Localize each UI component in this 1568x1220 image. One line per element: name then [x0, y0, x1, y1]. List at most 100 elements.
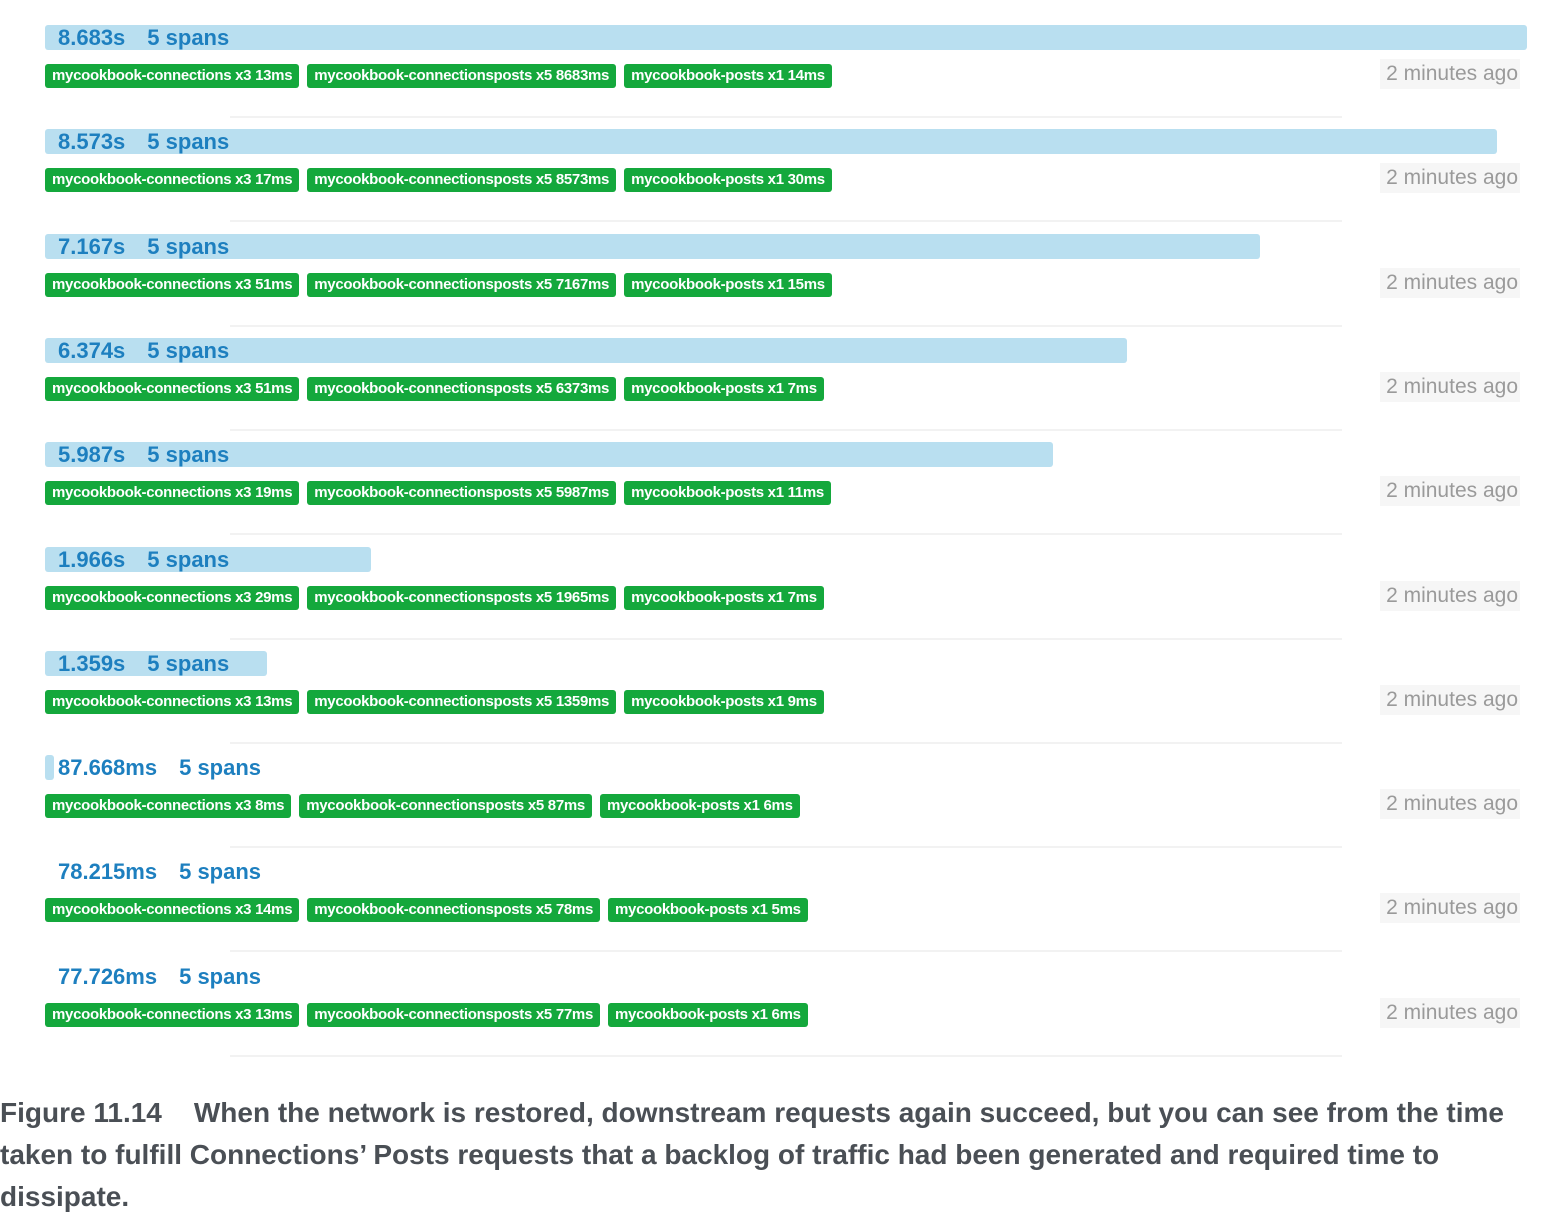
trace-row[interactable]: 6.374s 5 spans mycookbook-connections x3 5…	[0, 337, 1568, 442]
service-tag[interactable]: mycookbook-connections x3 14ms	[45, 898, 300, 923]
service-tag[interactable]: mycookbook-connections x3 13ms	[45, 689, 300, 714]
service-tag[interactable]: mycookbook-connectionsposts x5 87ms	[299, 794, 592, 819]
service-tag[interactable]: mycookbook-connections x3 13ms	[45, 1002, 300, 1027]
service-tag[interactable]: mycookbook-posts x1 15ms	[624, 272, 832, 297]
trace-timestamp: 2 minutes ago	[1380, 580, 1520, 611]
trace-duration: 77.726ms	[58, 963, 158, 989]
trace-summary[interactable]: 6.374s 5 spans	[58, 337, 229, 364]
trace-span-count: 5 spans	[179, 963, 262, 989]
service-tag[interactable]: mycookbook-connectionsposts x5 1965ms	[307, 585, 617, 610]
row-divider	[230, 428, 1342, 431]
service-tags: mycookbook-connections x3 13ms mycookbook…	[45, 689, 824, 714]
trace-duration: 8.573s	[58, 129, 126, 155]
trace-row[interactable]: 1.966s 5 spans mycookbook-connections x3 2…	[0, 546, 1568, 651]
service-tag[interactable]: mycookbook-posts x1 5ms	[608, 898, 808, 923]
figure-label: Figure 11.14	[0, 1097, 162, 1128]
trace-timestamp: 2 minutes ago	[1380, 476, 1520, 507]
trace-timestamp: 2 minutes ago	[1380, 684, 1520, 715]
trace-span-count: 5 spans	[147, 546, 230, 572]
trace-span-count: 5 spans	[179, 755, 262, 781]
service-tag[interactable]: mycookbook-posts x1 30ms	[624, 168, 832, 193]
row-divider	[230, 741, 1342, 744]
service-tag[interactable]: mycookbook-connections x3 17ms	[45, 168, 300, 193]
service-tags: mycookbook-connections x3 13ms mycookbook…	[45, 64, 832, 88]
service-tag[interactable]: mycookbook-connections x3 13ms	[45, 64, 300, 88]
row-divider	[230, 116, 1342, 118]
duration-bar[interactable]	[45, 755, 54, 781]
trace-timestamp: 2 minutes ago	[1380, 789, 1520, 820]
service-tags: mycookbook-connections x3 8ms mycookbook-…	[45, 794, 800, 819]
trace-summary[interactable]: 1.359s 5 spans	[58, 650, 229, 677]
service-tag[interactable]: mycookbook-posts x1 6ms	[599, 794, 800, 819]
service-tag[interactable]: mycookbook-connectionsposts x5 5987ms	[307, 481, 617, 506]
trace-summary[interactable]: 78.215ms 5 spans	[58, 858, 261, 885]
trace-row[interactable]: 7.167s 5 spans mycookbook-connections x3 5…	[0, 233, 1568, 338]
service-tag[interactable]: mycookbook-posts x1 9ms	[624, 689, 824, 714]
trace-span-count: 5 spans	[147, 25, 230, 50]
trace-span-count: 5 spans	[147, 233, 230, 259]
service-tags: mycookbook-connections x3 14ms mycookbook…	[45, 898, 808, 923]
trace-row[interactable]: 8.683s 5 spans mycookbook-connections x3 1…	[0, 25, 1568, 129]
row-divider	[230, 637, 1342, 640]
row-divider	[230, 846, 1342, 849]
trace-timestamp: 2 minutes ago	[1380, 997, 1520, 1028]
service-tags: mycookbook-connections x3 17ms mycookbook…	[45, 168, 832, 193]
service-tag[interactable]: mycookbook-connections x3 8ms	[45, 794, 292, 819]
trace-timestamp: 2 minutes ago	[1380, 163, 1520, 194]
trace-summary[interactable]: 77.726ms 5 spans	[58, 963, 261, 990]
service-tags: mycookbook-connections x3 19ms mycookbook…	[45, 481, 831, 506]
trace-row[interactable]: 1.359s 5 spans mycookbook-connections x3 1…	[0, 650, 1568, 755]
trace-summary[interactable]: 87.668ms 5 spans	[58, 754, 261, 781]
service-tag[interactable]: mycookbook-connectionsposts x5 78ms	[307, 898, 600, 923]
figure-caption: Figure 11.14 When the network is restored…	[0, 1092, 1568, 1218]
trace-duration: 5.987s	[58, 442, 126, 468]
trace-summary[interactable]: 8.573s 5 spans	[58, 128, 229, 155]
trace-span-count: 5 spans	[147, 650, 230, 676]
trace-summary[interactable]: 1.966s 5 spans	[58, 546, 229, 573]
service-tag[interactable]: mycookbook-connectionsposts x5 8683ms	[307, 64, 617, 88]
trace-timestamp: 2 minutes ago	[1380, 893, 1520, 924]
trace-row[interactable]: 5.987s 5 spans mycookbook-connections x3 1…	[0, 442, 1568, 546]
row-divider	[230, 1054, 1342, 1057]
trace-summary[interactable]: 8.683s 5 spans	[58, 24, 229, 51]
service-tag[interactable]: mycookbook-connectionsposts x5 7167ms	[307, 272, 617, 297]
trace-row[interactable]: 78.215ms 5 spans mycookbook-connections x3…	[0, 859, 1568, 963]
trace-span-count: 5 spans	[147, 442, 230, 468]
trace-row[interactable]: 8.573s 5 spans mycookbook-connections x3 1…	[0, 129, 1568, 233]
service-tag[interactable]: mycookbook-posts x1 6ms	[608, 1002, 808, 1027]
service-tag[interactable]: mycookbook-connections x3 51ms	[45, 376, 300, 401]
service-tag[interactable]: mycookbook-connections x3 29ms	[45, 585, 300, 610]
service-tag[interactable]: mycookbook-connectionsposts x5 77ms	[307, 1002, 600, 1027]
trace-duration: 78.215ms	[58, 859, 158, 885]
trace-duration: 87.668ms	[58, 755, 158, 781]
trace-timestamp: 2 minutes ago	[1380, 371, 1520, 402]
service-tag[interactable]: mycookbook-posts x1 7ms	[624, 585, 824, 610]
row-divider	[230, 950, 1342, 953]
service-tag[interactable]: mycookbook-connectionsposts x5 1359ms	[307, 689, 617, 714]
trace-timestamp: 2 minutes ago	[1380, 267, 1520, 298]
service-tags: mycookbook-connections x3 51ms mycookbook…	[45, 272, 832, 297]
duration-bar[interactable]	[45, 129, 1498, 155]
service-tag[interactable]: mycookbook-connections x3 51ms	[45, 272, 300, 297]
row-divider	[230, 220, 1342, 223]
service-tag[interactable]: mycookbook-connectionsposts x5 6373ms	[307, 376, 617, 401]
trace-summary[interactable]: 7.167s 5 spans	[58, 233, 229, 260]
duration-bar[interactable]	[45, 964, 53, 989]
service-tags: mycookbook-connections x3 51ms mycookbook…	[45, 376, 824, 401]
trace-row[interactable]: 87.668ms 5 spans mycookbook-connections x3…	[0, 755, 1568, 859]
trace-duration: 1.966s	[58, 546, 126, 572]
duration-bar[interactable]	[45, 859, 53, 884]
trace-span-count: 5 spans	[147, 129, 230, 155]
trace-row[interactable]: 77.726ms 5 spans mycookbook-connections x3…	[0, 964, 1568, 1068]
trace-summary[interactable]: 5.987s 5 spans	[58, 441, 229, 468]
service-tag[interactable]: mycookbook-posts x1 11ms	[624, 481, 831, 506]
trace-duration: 7.167s	[58, 233, 126, 259]
duration-bar[interactable]	[45, 25, 1527, 50]
service-tag[interactable]: mycookbook-posts x1 14ms	[624, 64, 832, 88]
service-tag[interactable]: mycookbook-connectionsposts x5 8573ms	[307, 168, 617, 193]
service-tag[interactable]: mycookbook-posts x1 7ms	[624, 376, 824, 401]
service-tag[interactable]: mycookbook-connections x3 19ms	[45, 481, 300, 506]
trace-timestamp: 2 minutes ago	[1380, 59, 1520, 89]
caption-text: When the network is restored, downstream…	[0, 1097, 1504, 1212]
trace-duration: 6.374s	[58, 337, 126, 363]
